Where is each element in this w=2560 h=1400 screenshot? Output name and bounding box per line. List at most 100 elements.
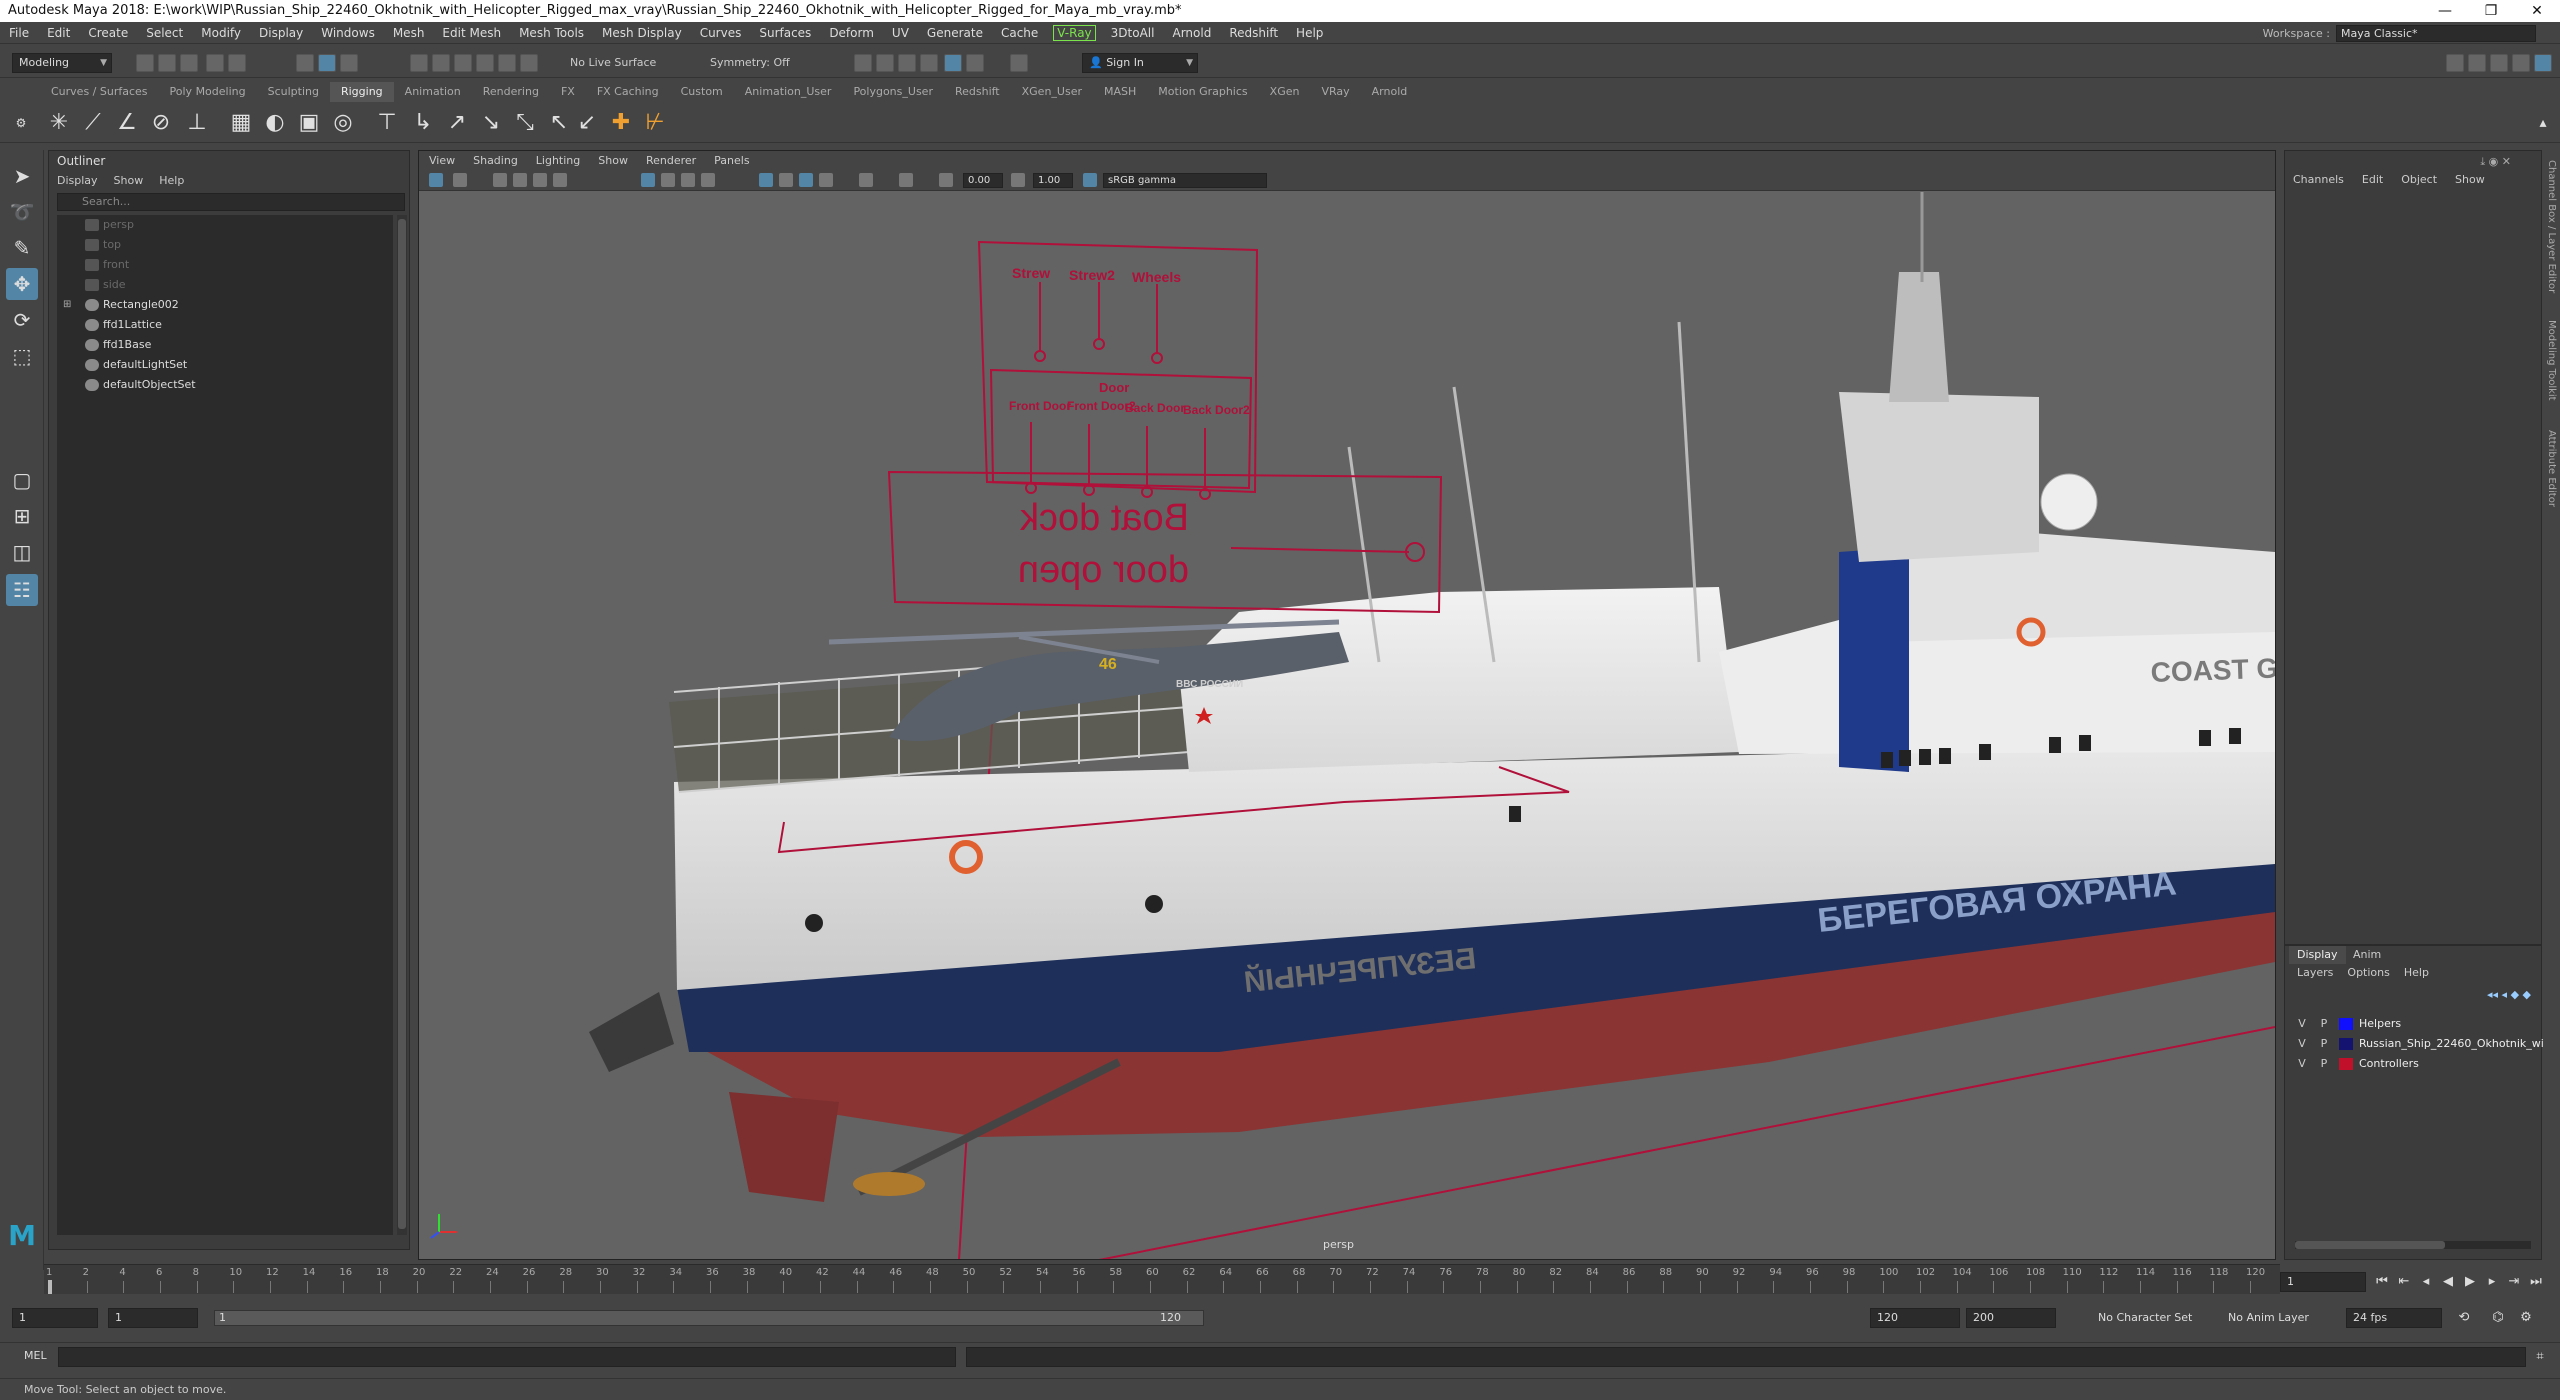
outliner-item[interactable]: defaultLightSet [57,355,377,375]
viewport-menu-view[interactable]: View [429,151,455,171]
step-back-key-icon[interactable]: ⇤ [2394,1272,2414,1292]
joint-tool-icon[interactable]: ✳ [46,110,72,136]
pole-vector-icon[interactable]: ↙ [574,110,600,136]
script-editor-icon[interactable]: ⌗ [2530,1347,2550,1367]
side-tab-channel-box[interactable]: Channel Box / Layer Editor [2546,160,2557,293]
animation-start-field[interactable]: 1 [12,1308,98,1328]
shelf-tab-redshift[interactable]: Redshift [944,82,1011,102]
constraint-aim-icon[interactable]: ↗ [444,110,470,136]
undo-icon[interactable] [206,54,224,72]
menu-deform[interactable]: Deform [820,22,883,44]
shelf-tab-curves-surfaces[interactable]: Curves / Surfaces [40,82,159,102]
layer-row[interactable]: V P Helpers [2291,1014,2535,1034]
toggle-attribute-icon[interactable] [2468,54,2486,72]
vray-render-icon[interactable] [966,54,984,72]
ik-spline-icon[interactable]: ∠ [114,110,140,136]
select-tool-icon[interactable]: ➤ [6,160,38,192]
step-forward-icon[interactable]: ▸ [2482,1272,2502,1292]
restore-button[interactable]: ❐ [2468,0,2514,22]
tab-display[interactable]: Display [2289,946,2346,964]
shelf-tab-fx-caching[interactable]: FX Caching [586,82,670,102]
playback-end-field[interactable]: 120 [1870,1308,1960,1328]
select-camera-icon[interactable] [429,173,443,187]
layout-outliner-icon[interactable]: ☷ [6,574,38,606]
constraint-scale-icon[interactable]: ⤡ [512,110,538,136]
ambient-occlusion-icon[interactable] [799,173,813,187]
tab-anim[interactable]: Anim [2345,946,2389,964]
shelf-tab-arnold[interactable]: Arnold [1361,82,1419,102]
outliner-item[interactable]: ffd1Lattice [57,315,377,335]
constraint-parent-icon[interactable]: ↖ [546,110,572,136]
snap-curve-icon[interactable] [432,54,450,72]
outliner-item[interactable]: persp [57,215,377,235]
layers-menu-options[interactable]: Options [2347,966,2389,979]
shelf-tab-animation[interactable]: Animation [394,82,472,102]
lasso-tool-icon[interactable]: ➰ [6,196,38,228]
camera-attributes-icon[interactable] [453,173,467,187]
layers-menu-layers[interactable]: Layers [2297,966,2333,979]
grid-icon[interactable] [641,173,655,187]
menu-display[interactable]: Display [250,22,312,44]
loop-icon[interactable]: ⟲ [2454,1308,2474,1328]
move-tool-icon[interactable]: ✥ [6,268,38,300]
colorspace-dropdown[interactable]: sRGB gamma [1103,173,1267,188]
smooth-shade-icon[interactable] [681,173,695,187]
menu-generate[interactable]: Generate [918,22,992,44]
channelbox-menu-edit[interactable]: Edit [2362,173,2383,186]
shelf-tab-fx[interactable]: FX [550,82,586,102]
menu-surfaces[interactable]: Surfaces [750,22,820,44]
paint-select-icon[interactable]: ✎ [6,232,38,264]
layer-playback-toggle[interactable]: P [2313,1034,2335,1054]
menu-cache[interactable]: Cache [992,22,1047,44]
shelf-options-icon[interactable]: ⚙ [8,110,34,136]
exposure-field[interactable]: 0.00 [963,173,1003,188]
scene-3d[interactable]: Strew Strew2 Wheels Door Front Door Fron… [419,192,2275,1260]
hypershade-icon[interactable] [944,54,962,72]
wrap-icon[interactable]: ▣ [296,110,322,136]
film-gate-icon[interactable] [533,173,547,187]
snap-surface-icon[interactable] [498,54,516,72]
current-frame-field[interactable]: 1 [2280,1272,2366,1292]
shadows-icon[interactable] [779,173,793,187]
shelf-tab-sculpting[interactable]: Sculpting [257,82,330,102]
layer-visibility-toggle[interactable]: V [2291,1014,2313,1034]
mirror-joint-icon[interactable]: ✚ [608,110,634,136]
gamma-icon[interactable] [1011,173,1025,187]
bookmark-icon[interactable] [493,173,507,187]
menu-edit-mesh[interactable]: Edit Mesh [433,22,510,44]
layer-row[interactable]: V P Russian_Ship_22460_Okhotnik_with [2291,1034,2555,1054]
toggle-tool-settings-icon[interactable] [2490,54,2508,72]
layer-row[interactable]: V P Controllers [2291,1054,2535,1074]
toggle-channel-box-icon[interactable] [2512,54,2530,72]
snap-point-icon[interactable] [454,54,472,72]
constraint-orient-icon[interactable]: ↘ [478,110,504,136]
select-component-icon[interactable] [340,54,358,72]
channelbox-menu-object[interactable]: Object [2401,173,2437,186]
bind-skin-icon[interactable]: ⊘ [148,110,174,136]
mel-label[interactable]: MEL [24,1349,47,1362]
go-to-end-icon[interactable]: ⏭ [2526,1272,2546,1292]
viewport-menu-shading[interactable]: Shading [473,151,518,171]
menu-help[interactable]: Help [1287,22,1332,44]
layout-single-icon[interactable]: ▢ [6,464,38,496]
toggle-panel-icon[interactable] [2446,54,2464,72]
dock-icon[interactable]: ⤓ ◉ ✕ [2480,155,2511,169]
wireframe-icon[interactable] [661,173,675,187]
outliner-menu-help[interactable]: Help [159,174,184,187]
color-management-icon[interactable] [1083,173,1097,187]
layer-color-swatch[interactable] [2339,1058,2353,1070]
menu-mesh-tools[interactable]: Mesh Tools [510,22,593,44]
play-backward-icon[interactable]: ◀ [2438,1272,2458,1292]
gamma-field[interactable]: 1.00 [1033,173,1073,188]
rotate-tool-icon[interactable]: ⟳ [6,304,38,336]
time-slider[interactable]: 1 2 4 6 8 10 12 14 16 18 20 22 24 26 28 30 32 34 36 38 40 42 4… [44,1264,2280,1294]
shelf-tab-poly-modeling[interactable]: Poly Modeling [159,82,257,102]
animation-end-field[interactable]: 200 [1966,1308,2056,1328]
open-scene-icon[interactable] [158,54,176,72]
layer-buttons-icon[interactable]: ◂◂ ◂ ◆ ◆ [2487,988,2531,1001]
layer-scrollbar[interactable] [2295,1241,2531,1249]
redo-icon[interactable] [228,54,246,72]
menu-create[interactable]: Create [79,22,137,44]
shelf-tab-xgen[interactable]: XGen [1259,82,1311,102]
layout-split-icon[interactable]: ◫ [6,536,38,568]
